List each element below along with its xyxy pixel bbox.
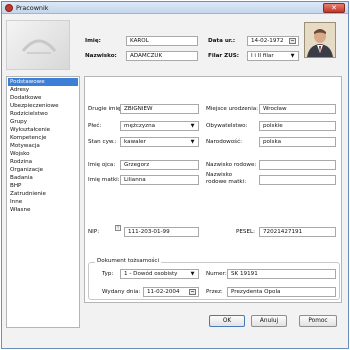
nip-input[interactable]: 111-203-01-99 (124, 227, 199, 237)
calendar-icon[interactable] (189, 289, 196, 295)
nav-item-rodzina[interactable]: Rodzina (8, 158, 78, 166)
chevron-down-icon: ▼ (290, 53, 295, 59)
citizenship-input[interactable]: polskie (259, 121, 336, 131)
marital-status-label: Stan cyw.: (88, 139, 117, 145)
second-name-label: Drugie imię: (88, 106, 123, 112)
zus-pillar-select[interactable]: I i II filar ▼ (247, 51, 299, 61)
nav-item-badania[interactable]: Badania (8, 174, 78, 182)
logo-icon (21, 39, 57, 54)
zus-pillar-value: I i II filar (251, 53, 274, 59)
issue-date-input[interactable]: 11-02-2004 (143, 287, 199, 297)
chevron-down-icon: ▼ (190, 123, 195, 129)
doc-type-label: Typ: (102, 271, 114, 277)
mother-name-input[interactable]: Lilianna (120, 175, 199, 185)
doc-type-value: 1 - Dowód osobisty (124, 271, 178, 277)
pesel-label: PESEL: (236, 229, 255, 235)
person-icon (305, 23, 335, 57)
chevron-down-icon: ▼ (190, 271, 195, 277)
nav-item-kompetencje[interactable]: Kompetencje (8, 134, 78, 142)
zus-pillar-label: Filar ZUS: (208, 53, 240, 59)
pesel-input[interactable]: 72021427191 (259, 227, 336, 237)
issued-by-input[interactable]: Prezydenta Opola (227, 287, 336, 297)
nav-item-podstawowe[interactable]: Podstawowe (8, 78, 78, 86)
nav-item-dodatkowe[interactable]: Dodatkowe (8, 94, 78, 102)
app-icon (5, 4, 13, 12)
doc-number-input[interactable]: SK 19191 (227, 269, 336, 279)
section-list[interactable]: Podstawowe Adresy Dodatkowe Ubezpieczeni… (6, 76, 80, 328)
birth-place-label: Miejsce urodzenia: (206, 106, 259, 112)
first-name-label: Imię: (85, 38, 101, 44)
doc-number-label: Numer: (206, 271, 227, 277)
family-name-input[interactable] (259, 160, 336, 170)
birth-date-value: 14-02-1972 (251, 38, 284, 44)
mother-family-name-label-2: rodowe matki: (206, 179, 247, 185)
father-name-input[interactable]: Grzegorz (120, 160, 199, 170)
second-name-input[interactable]: ZBIGNIEW (120, 104, 199, 114)
calendar-icon[interactable] (289, 38, 296, 44)
logo-image (6, 20, 70, 70)
issue-date-value: 11-02-2004 (147, 289, 180, 295)
nav-item-bhp[interactable]: BHP (8, 182, 78, 190)
sex-label: Płeć: (88, 123, 102, 129)
nav-item-motywacja[interactable]: Motywacja (8, 142, 78, 150)
sex-select[interactable]: mężczyzna ▼ (120, 121, 199, 131)
birth-place-input[interactable]: Wrocław (259, 104, 336, 114)
nav-item-rodzicielstwo[interactable]: Rodzicielstwo (8, 110, 78, 118)
identity-document-title: Dokument tożsamości (95, 258, 162, 264)
mother-family-name-input[interactable] (259, 175, 336, 185)
nav-item-wojsko[interactable]: Wojsko (8, 150, 78, 158)
nav-item-inne[interactable]: Inne (8, 198, 78, 206)
title-bar[interactable]: Pracownik ✕ (2, 2, 348, 14)
doc-type-select[interactable]: 1 - Dowód osobisty ▼ (120, 269, 199, 279)
nationality-label: Narodowość: (206, 139, 243, 145)
birth-date-input[interactable]: 14-02-1972 (247, 36, 299, 46)
nav-item-organizacje[interactable]: Organizacje (8, 166, 78, 174)
cancel-button[interactable]: Anuluj (251, 315, 287, 327)
last-name-input[interactable]: ADAMCZUK (126, 51, 198, 61)
mother-name-label: Imię matki: (88, 177, 120, 183)
birth-date-label: Data ur.: (208, 38, 236, 44)
nav-item-ubezpieczeniowe[interactable]: Ubezpieczeniowe (8, 102, 78, 110)
citizenship-label: Obywatelstwo: (206, 123, 248, 129)
nip-label: NIP: (88, 229, 100, 235)
issued-by-label: Przez: (206, 289, 223, 295)
issue-date-label: Wydany dnia: (102, 289, 141, 295)
nav-item-grupy[interactable]: Grupy (8, 118, 78, 126)
marital-status-value: kawaler (124, 139, 146, 145)
nav-item-adresy[interactable]: Adresy (8, 86, 78, 94)
nav-item-wlasne[interactable]: Własne (8, 206, 78, 214)
mother-family-name-label-1: Nazwisko (206, 172, 233, 178)
father-name-label: Imię ojca: (88, 162, 116, 168)
sex-value: mężczyzna (124, 123, 156, 129)
ok-button[interactable]: OK (209, 315, 245, 327)
nav-item-zatrudnienie[interactable]: Zatrudnienie (8, 190, 78, 198)
chevron-down-icon: ▼ (190, 139, 195, 145)
nationality-input[interactable]: polska (259, 137, 336, 147)
family-name-label: Nazwisko rodowe: (206, 162, 257, 168)
nav-item-wyksztalcenie[interactable]: Wykształcenie (8, 126, 78, 134)
last-name-label: Nazwisko: (85, 53, 117, 59)
employee-photo[interactable] (304, 22, 336, 58)
window-title: Pracownik (16, 4, 49, 12)
close-button[interactable]: ✕ (323, 3, 345, 13)
help-button[interactable]: Pomoc (299, 315, 337, 327)
info-icon[interactable]: ! (115, 225, 121, 231)
marital-status-select[interactable]: kawaler ▼ (120, 137, 199, 147)
first-name-input[interactable]: KAROL (126, 36, 198, 46)
